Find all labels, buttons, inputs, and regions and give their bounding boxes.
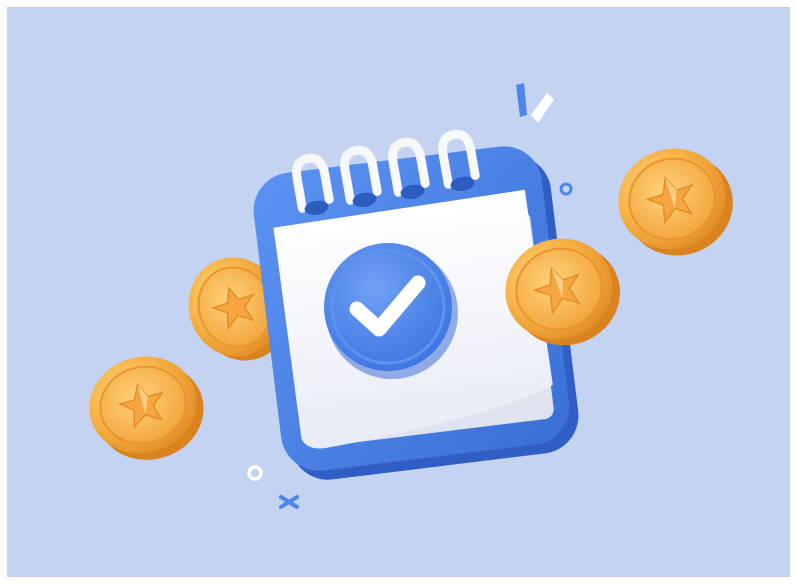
- star-coin-icon: [618, 148, 733, 256]
- illustration-scene: [7, 7, 790, 577]
- illustration-svg: [89, 83, 733, 509]
- star-coin-icon: [89, 356, 204, 460]
